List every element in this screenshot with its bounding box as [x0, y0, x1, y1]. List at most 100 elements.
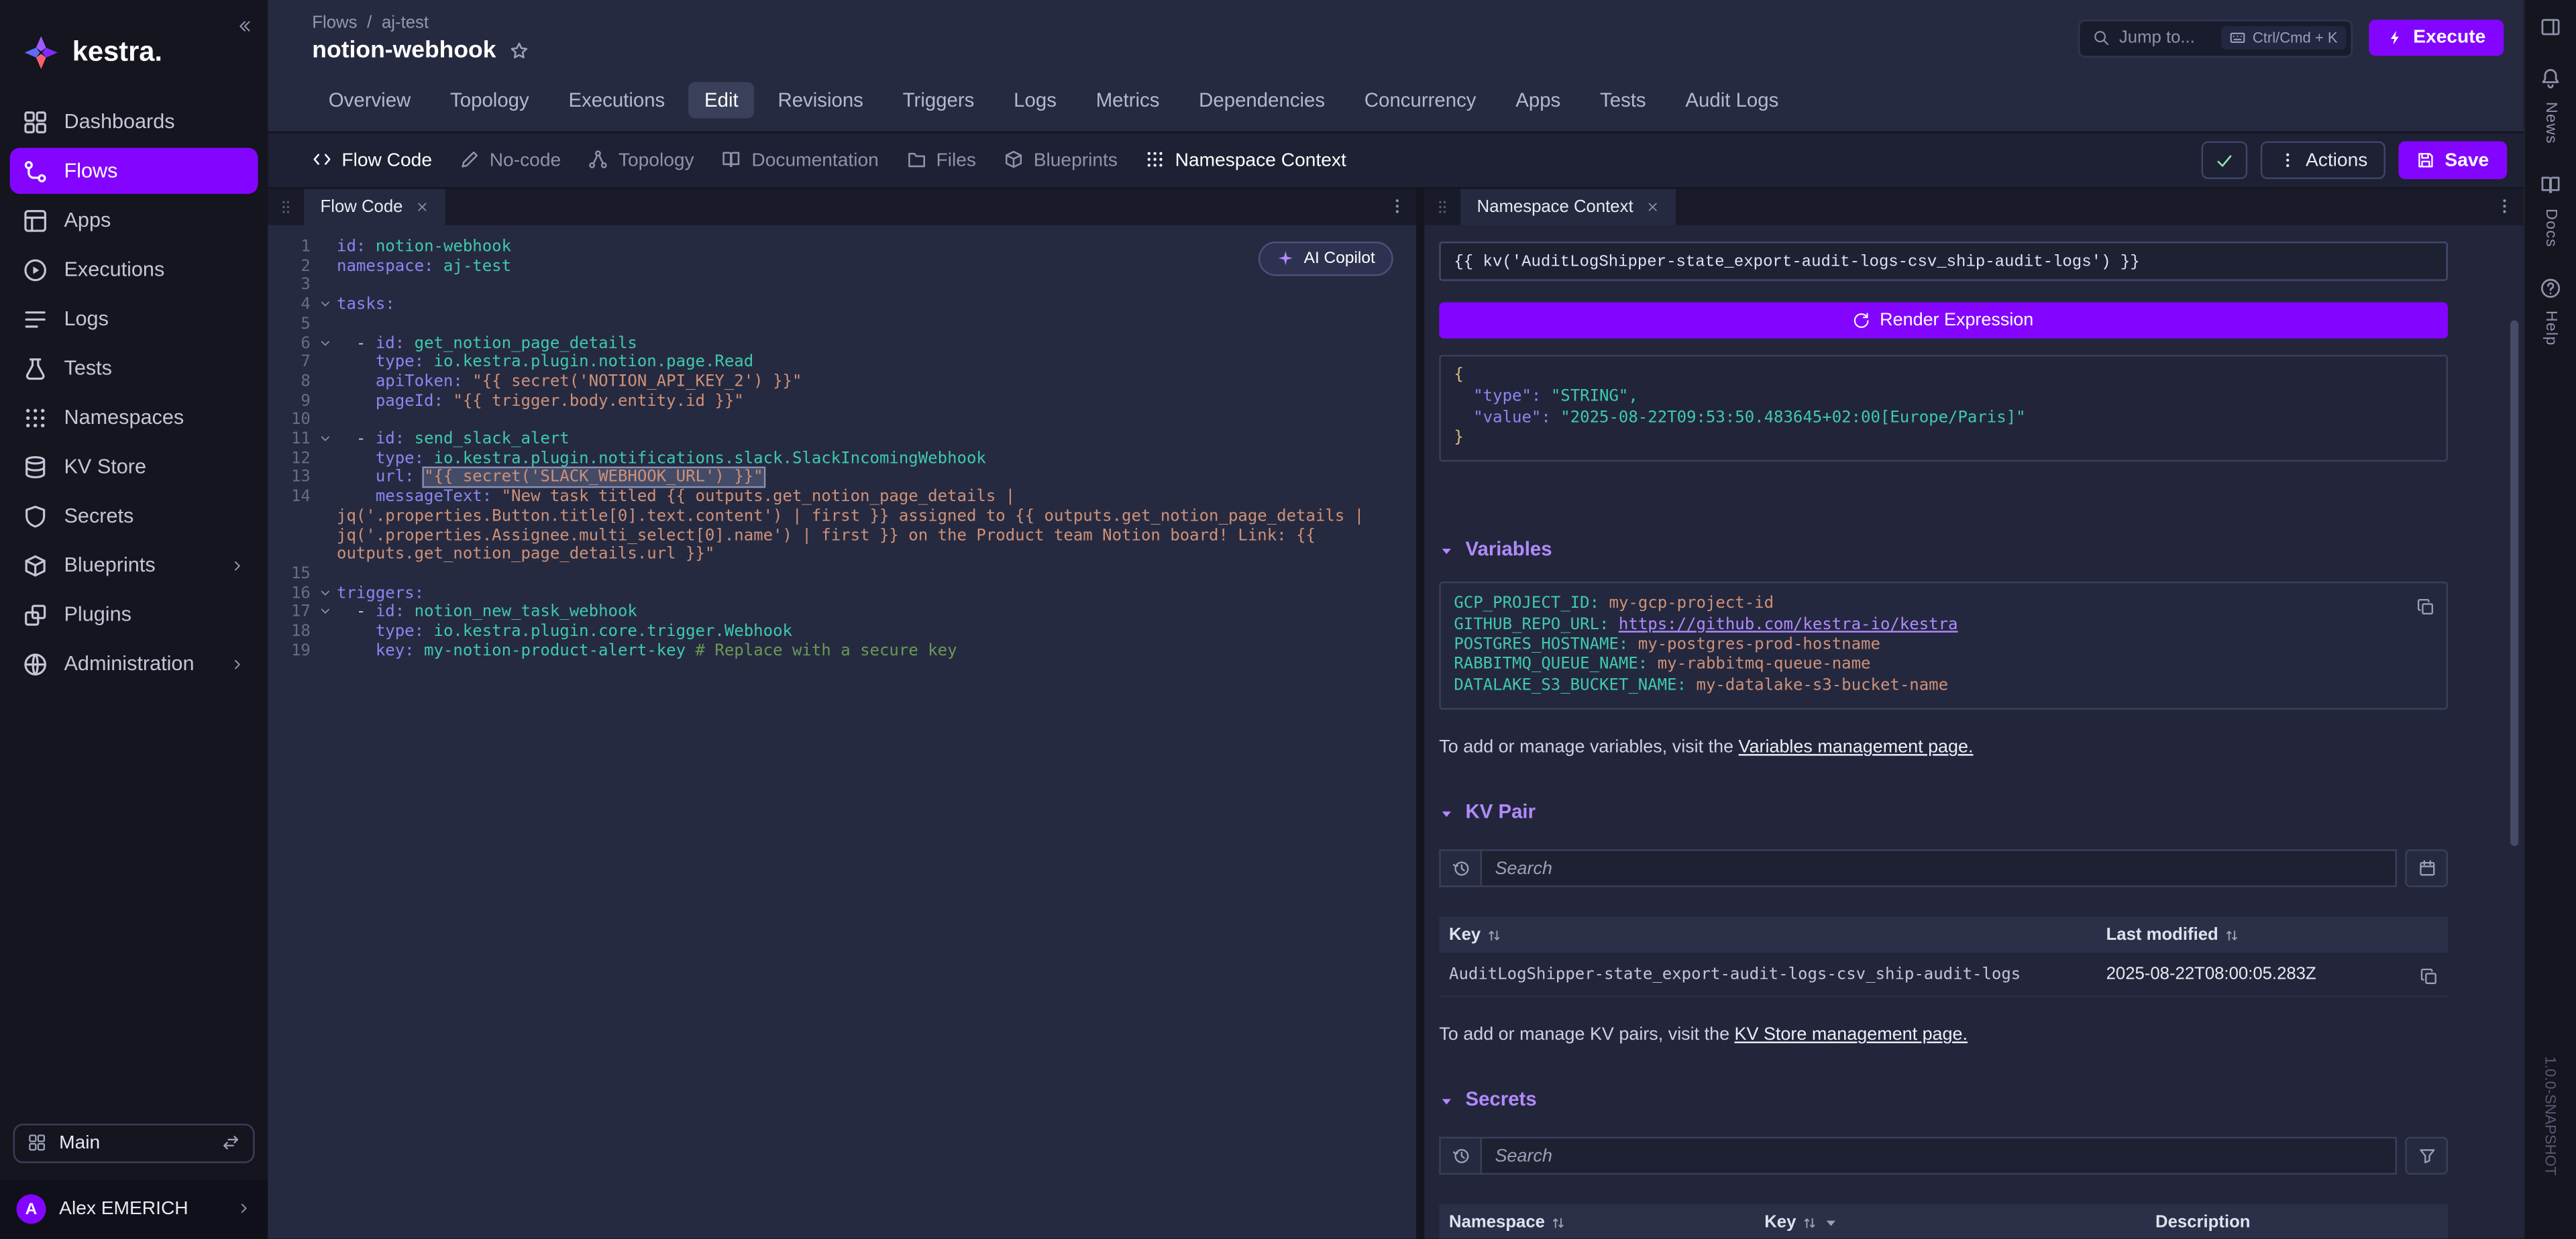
tab-concurrency[interactable]: Concurrency [1348, 82, 1493, 118]
actions-button[interactable]: Actions [2261, 142, 2385, 179]
tab-tests[interactable]: Tests [1584, 82, 1663, 118]
variables-section-toggle[interactable]: Variables [1439, 537, 2448, 560]
jump-to-search[interactable]: Jump to... Ctrl/Cmd + K [2078, 19, 2353, 56]
code-editor[interactable]: AI Copilot 1id: notion-webhook2namespace… [268, 225, 1416, 1239]
close-icon[interactable] [416, 197, 429, 217]
panel-drag-handle[interactable] [278, 193, 294, 222]
code-line[interactable]: 7 type: io.kestra.plugin.notion.page.Rea… [268, 354, 1416, 373]
sidebar-item-administration[interactable]: Administration [10, 641, 258, 687]
close-icon[interactable] [1646, 197, 1660, 217]
code-line[interactable]: 16triggers: [268, 584, 1416, 604]
kestra-logo[interactable]: kestra. [0, 0, 268, 99]
tab-dependencies[interactable]: Dependencies [1183, 82, 1342, 118]
code-line[interactable]: 15 [268, 565, 1416, 584]
fold-toggle[interactable] [314, 334, 337, 354]
code-line[interactable]: 4tasks: [268, 296, 1416, 315]
user-menu[interactable]: A Alex EMERICH [0, 1179, 268, 1238]
fold-toggle[interactable] [314, 296, 337, 315]
code-line[interactable]: 10 [268, 411, 1416, 431]
scrollbar-thumb[interactable] [2510, 321, 2518, 847]
tab-audit-logs[interactable]: Audit Logs [1669, 82, 1795, 118]
fold-toggle[interactable] [314, 604, 337, 623]
sidebar-item-logs[interactable]: Logs [10, 296, 258, 342]
tab-triggers[interactable]: Triggers [886, 82, 991, 118]
breadcrumb-namespace[interactable]: aj-test [382, 12, 429, 32]
code-line[interactable]: 19 key: my-notion-product-alert-key # Re… [268, 642, 1416, 661]
filter-button[interactable] [2405, 1137, 2448, 1175]
code-line[interactable]: 18 type: io.kestra.plugin.core.trigger.W… [268, 623, 1416, 642]
code-line[interactable]: 3 [268, 276, 1416, 296]
copy-button[interactable] [2420, 962, 2438, 987]
kv-store-management-link[interactable]: KV Store management page. [1735, 1026, 1968, 1045]
copy-button[interactable] [2416, 594, 2434, 618]
sidebar-item-apps[interactable]: Apps [10, 197, 258, 244]
ai-copilot-button[interactable]: AI Copilot [1258, 241, 1393, 276]
panel-tab-flow-code[interactable]: Flow Code [304, 189, 445, 225]
sidebar-item-tests[interactable]: Tests [10, 345, 258, 391]
code-line[interactable]: 12 type: io.kestra.plugin.notifications.… [268, 449, 1416, 469]
variables-management-link[interactable]: Variables management page. [1739, 738, 1974, 757]
code-line[interactable]: 9 pageId: "{{ trigger.body.entity.id }}" [268, 392, 1416, 411]
tab-overview[interactable]: Overview [312, 82, 427, 118]
save-button[interactable]: Save [2399, 142, 2507, 179]
tab-topology[interactable]: Topology [434, 82, 546, 118]
code-line[interactable]: 17 - id: notion_new_task_webhook [268, 604, 1416, 623]
sidebar-item-plugins[interactable]: Plugins [10, 592, 258, 638]
tab-apps[interactable]: Apps [1499, 82, 1577, 118]
sidebar-item-namespaces[interactable]: Namespaces [10, 394, 258, 441]
code-line[interactable]: 5 [268, 315, 1416, 335]
secrets-section-toggle[interactable]: Secrets [1439, 1088, 2448, 1111]
panel-drag-handle[interactable] [1434, 193, 1450, 222]
sidebar-item-blueprints[interactable]: Blueprints [10, 542, 258, 588]
rail-item-help[interactable]: Help [2540, 274, 2561, 347]
code-line[interactable]: 2namespace: aj-test [268, 258, 1416, 277]
panel-menu-button[interactable] [1388, 193, 1406, 222]
column-header-key[interactable]: Key [1764, 1213, 2155, 1232]
sidebar-item-dashboards[interactable]: Dashboards [10, 99, 258, 145]
code-line[interactable]: 11 - id: send_slack_alert [268, 431, 1416, 450]
column-header-key[interactable]: Key [1449, 925, 2106, 945]
history-button[interactable] [1439, 1137, 1480, 1175]
calendar-filter-button[interactable] [2405, 850, 2448, 887]
tab-edit[interactable]: Edit [688, 82, 755, 118]
sidebar-item-executions[interactable]: Executions [10, 246, 258, 292]
tab-executions[interactable]: Executions [552, 82, 682, 118]
validate-button[interactable] [2202, 142, 2249, 179]
view-toggle-flow-code[interactable]: Flow Code [312, 150, 432, 170]
panel-menu-button[interactable] [2496, 193, 2514, 222]
favorite-star-button[interactable] [509, 38, 529, 62]
code-line[interactable]: 14 messageText: "New task titled {{ outp… [268, 488, 1416, 565]
fold-toggle[interactable] [314, 431, 337, 450]
panel-right-toggle-button[interactable] [2540, 13, 2561, 38]
history-button[interactable] [1439, 850, 1480, 887]
view-toggle-documentation[interactable]: Documentation [722, 150, 879, 170]
code-line[interactable]: 1id: notion-webhook [268, 238, 1416, 258]
view-toggle-no-code[interactable]: No-code [460, 150, 561, 170]
sidebar-item-kv-store[interactable]: KV Store [10, 443, 258, 490]
panel-splitter[interactable] [1416, 189, 1424, 1239]
tab-metrics[interactable]: Metrics [1079, 82, 1176, 118]
sidebar-item-secrets[interactable]: Secrets [10, 493, 258, 539]
tenant-selector[interactable]: Main [13, 1124, 255, 1163]
view-toggle-blueprints[interactable]: Blueprints [1004, 150, 1118, 170]
code-line[interactable]: 8 apiToken: "{{ secret('NOTION_API_KEY_2… [268, 373, 1416, 392]
tab-revisions[interactable]: Revisions [761, 82, 879, 118]
kv-section-toggle[interactable]: KV Pair [1439, 800, 2448, 823]
view-toggle-namespace-context[interactable]: Namespace Context [1146, 150, 1346, 170]
column-header-namespace[interactable]: Namespace [1449, 1213, 1764, 1232]
kv-search-input[interactable] [1481, 850, 2398, 887]
code-line[interactable]: 6 - id: get_notion_page_details [268, 334, 1416, 354]
kv-table-row[interactable]: AuditLogShipper-state_export-audit-logs-… [1439, 953, 2448, 998]
expression-input[interactable]: {{ kv('AuditLogShipper-state_export-audi… [1439, 241, 2448, 281]
sidebar-collapse-button[interactable] [233, 10, 256, 42]
execute-button[interactable]: Execute [2369, 19, 2504, 56]
github-repo-link[interactable]: https://github.com/kestra-io/kestra [1619, 615, 1958, 633]
render-expression-button[interactable]: Render Expression [1439, 303, 2448, 339]
view-toggle-files[interactable]: Files [906, 150, 976, 170]
sidebar-item-flows[interactable]: Flows [10, 148, 258, 194]
tab-logs[interactable]: Logs [998, 82, 1073, 118]
view-toggle-topology[interactable]: Topology [589, 150, 694, 170]
fold-toggle[interactable] [314, 584, 337, 604]
rail-item-news[interactable]: News [2540, 64, 2561, 144]
column-header-last-modified[interactable]: Last modified [2106, 925, 2402, 945]
